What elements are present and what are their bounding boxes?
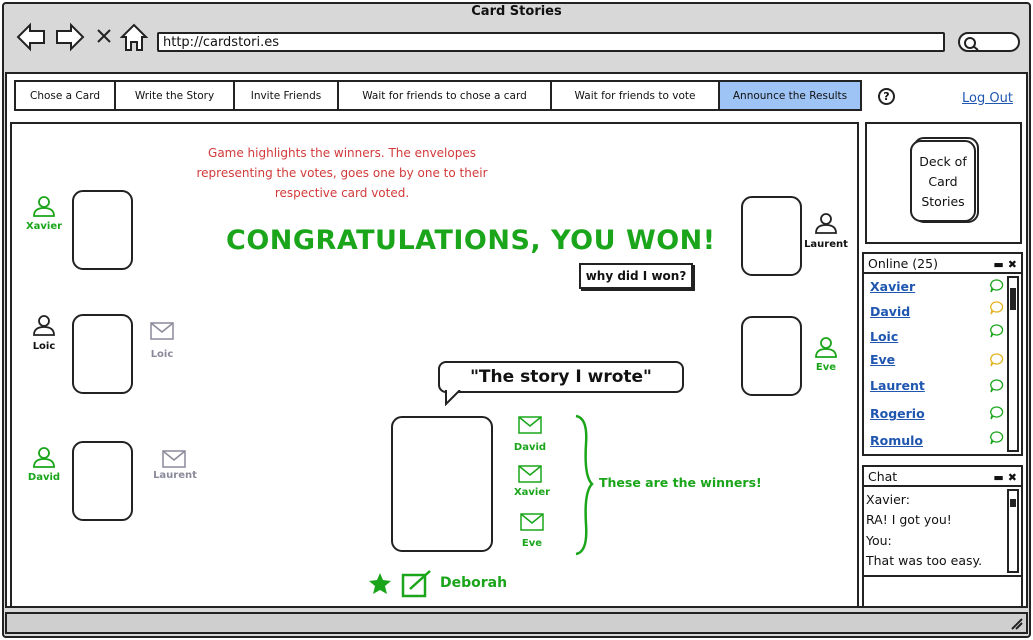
story-text: "The story I wrote" — [470, 367, 652, 387]
help-icon[interactable]: ? — [878, 88, 895, 105]
window-title: Card Stories — [471, 4, 562, 19]
chat-line: Xavier: — [866, 492, 910, 507]
tab-wait-for-friends-to-chose[interactable]: Wait for friends to chose a card — [339, 82, 552, 109]
chat-bubble-icon — [990, 379, 1004, 393]
chat-bubble-icon — [990, 301, 1004, 315]
congratulations-heading: CONGRATULATIONS, YOU WON! — [226, 225, 716, 256]
minimize-icon[interactable]: ▬ — [993, 471, 1003, 484]
status-bar — [5, 612, 1028, 634]
story-speech-bubble: "The story I wrote" — [438, 361, 684, 393]
speech-tail-icon — [445, 390, 461, 406]
player-avatar-icon — [33, 315, 55, 336]
player-name-loic: Loic — [32, 341, 56, 352]
chat-bubble-icon — [990, 353, 1004, 367]
player-avatar-icon — [815, 213, 837, 234]
online-user-xavier[interactable]: Xavier — [870, 279, 915, 294]
close-icon[interactable]: ✖ — [1008, 471, 1017, 484]
minimize-icon[interactable]: ▬ — [993, 258, 1003, 271]
envelope-icon — [520, 513, 544, 531]
status-icons — [990, 279, 1004, 445]
vote-label-eve: Eve — [521, 538, 543, 549]
winners-label: These are the winners! — [599, 475, 762, 490]
search-icon — [964, 37, 979, 51]
player-name-eve: Eve — [815, 362, 837, 373]
online-user-david[interactable]: David — [870, 304, 910, 319]
player-name-laurent: Laurent — [804, 239, 848, 250]
player-avatar-icon — [33, 447, 55, 468]
resize-grip-icon[interactable] — [1009, 616, 1023, 630]
player-avatar-icon — [33, 196, 55, 217]
chat-line: That was too easy. — [866, 553, 983, 568]
tab-invite-friends[interactable]: Invite Friends — [235, 82, 339, 109]
online-user-eve[interactable]: Eve — [870, 352, 895, 367]
tab-announce-the-results[interactable]: Announce the Results — [720, 82, 860, 109]
vote-label-loic: Loic — [150, 349, 174, 360]
chat-bubble-icon — [990, 279, 1004, 293]
online-user-loic[interactable]: Loic — [870, 329, 898, 344]
online-user-romulo[interactable]: Romulo — [870, 433, 923, 448]
tab-write-the-story[interactable]: Write the Story — [116, 82, 235, 109]
player-card-david[interactable] — [72, 441, 133, 521]
online-user-laurent[interactable]: Laurent — [870, 378, 925, 393]
player-name-xavier: Xavier — [25, 221, 63, 232]
chat-panel-title: Chat — [868, 468, 898, 484]
scroll-thumb[interactable] — [1010, 288, 1016, 310]
browser-search-box[interactable] — [958, 32, 1020, 52]
chat-scrollbar[interactable] — [1007, 489, 1019, 573]
player-avatar-icon — [815, 337, 837, 358]
home-icon[interactable] — [120, 22, 148, 52]
designer-note: Game highlights the winners. The envelop… — [196, 146, 488, 200]
scroll-thumb[interactable] — [1010, 499, 1016, 507]
chat-input[interactable] — [862, 575, 1023, 608]
online-user-rogerio[interactable]: Rogerio — [870, 406, 925, 421]
chat-bubble-icon — [990, 406, 1004, 420]
chat-line: RA! I got you! — [866, 512, 952, 527]
player-card-eve[interactable] — [741, 316, 802, 396]
player-name-david: David — [27, 472, 61, 483]
player-card-laurent[interactable] — [741, 196, 802, 276]
player-card-loic[interactable] — [72, 314, 133, 394]
forward-arrow-icon[interactable] — [55, 22, 85, 52]
online-panel-title: Online (25) — [868, 255, 938, 271]
curly-brace-icon — [575, 414, 594, 556]
deck-of-card-stories[interactable]: Deck of Card Stories — [910, 140, 976, 222]
panel-controls: ▬ ✖ — [993, 256, 1017, 271]
envelope-icon — [518, 416, 542, 434]
tab-chose-a-card[interactable]: Chose a Card — [16, 82, 116, 109]
edit-icon — [401, 570, 431, 598]
url-bar[interactable]: http://cardstori.es — [157, 32, 945, 52]
chat-bubble-icon — [990, 431, 1004, 445]
step-tabs: Chose a Card Write the Story Invite Frie… — [14, 80, 862, 111]
story-card[interactable] — [391, 416, 493, 552]
vote-label-david: David — [513, 442, 547, 453]
vote-label-xavier: Xavier — [513, 487, 551, 498]
vote-label-laurent: Laurent — [153, 470, 197, 481]
envelope-icon — [518, 465, 542, 483]
envelope-icon — [150, 322, 174, 340]
chat-bubble-icon — [990, 324, 1004, 338]
online-scrollbar[interactable] — [1007, 276, 1019, 452]
panel-controls: ▬ ✖ — [993, 469, 1017, 484]
back-arrow-icon[interactable] — [16, 22, 46, 52]
online-panel-header: Online (25) ▬ ✖ — [864, 254, 1021, 274]
storyteller-name: Deborah — [440, 575, 508, 591]
close-icon[interactable] — [95, 27, 113, 45]
envelope-icon — [162, 450, 186, 468]
logout-link[interactable]: Log Out — [962, 91, 1013, 106]
star-icon — [369, 573, 391, 594]
tab-wait-for-friends-to-vote[interactable]: Wait for friends to vote — [552, 82, 720, 109]
url-text: http://cardstori.es — [163, 35, 279, 50]
chat-line: You: — [866, 533, 892, 548]
player-card-xavier[interactable] — [72, 190, 133, 270]
why-did-i-win-button[interactable]: why did I won? — [579, 263, 693, 289]
chat-panel-header: Chat ▬ ✖ — [864, 467, 1021, 487]
close-icon[interactable]: ✖ — [1008, 258, 1017, 271]
